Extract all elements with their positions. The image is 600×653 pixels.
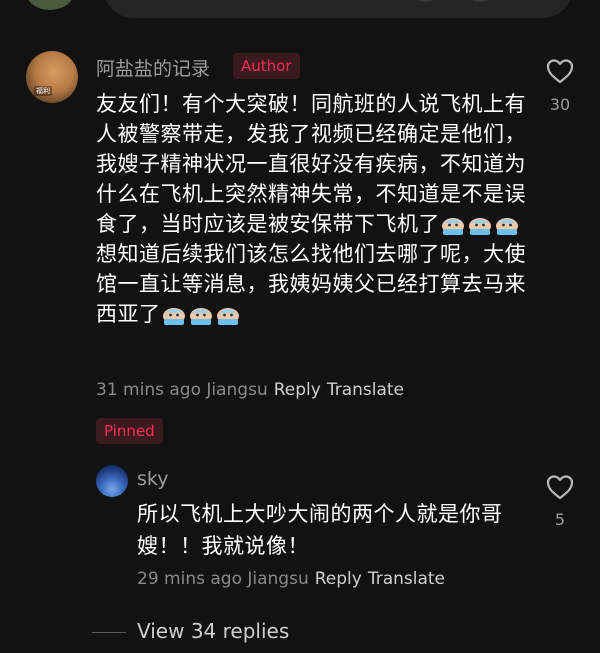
previous-avatar[interactable] bbox=[26, 0, 74, 10]
reply-location: Jiangsu bbox=[247, 569, 309, 589]
comment-username[interactable]: 阿盐盐的记录 bbox=[96, 54, 210, 81]
crying-emoji-icon bbox=[494, 213, 520, 235]
crying-emoji-icon bbox=[215, 303, 241, 325]
previous-comment-bar bbox=[104, 0, 572, 18]
comment-text: 友友们！有个大突破！同航班的人说飞机上有人被警察带走，发我了视频已经确定是他们，… bbox=[96, 89, 536, 329]
pinned-badge: Pinned bbox=[96, 418, 163, 444]
reply-text: 所以飞机上大吵大闹的两个人就是你哥嫂！！我就说像！ bbox=[137, 502, 503, 558]
crying-emoji-icon bbox=[161, 303, 187, 325]
reply-username[interactable]: sky bbox=[137, 468, 168, 490]
crying-emoji-icon bbox=[440, 213, 466, 235]
author-badge: Author bbox=[233, 53, 300, 79]
comment-time: 31 mins ago bbox=[96, 380, 201, 400]
avatar-caption: 福利 bbox=[34, 86, 52, 96]
avatar[interactable]: 福利 bbox=[26, 51, 78, 103]
view-replies-button[interactable]: View 34 replies bbox=[137, 619, 289, 643]
like-count: 30 bbox=[549, 95, 571, 114]
comment-meta: 31 mins ago Jiangsu Reply Translate bbox=[96, 380, 404, 400]
crying-emoji-icon bbox=[188, 303, 214, 325]
reply-meta: 29 mins ago Jiangsu Reply Translate bbox=[137, 569, 445, 589]
divider-line bbox=[92, 632, 126, 633]
crying-emoji-icon bbox=[467, 213, 493, 235]
reply-time: 29 mins ago bbox=[137, 569, 242, 589]
reply-avatar[interactable] bbox=[96, 465, 128, 497]
reply-reply-button[interactable]: Reply bbox=[315, 569, 362, 589]
heart-outline-icon[interactable] bbox=[545, 57, 575, 85]
reply-button[interactable]: Reply bbox=[274, 380, 321, 400]
translate-button[interactable]: Translate bbox=[327, 380, 404, 400]
reply-translate-button[interactable]: Translate bbox=[368, 569, 445, 589]
reply-like-count: 5 bbox=[554, 510, 566, 529]
comment-location: Jiangsu bbox=[206, 380, 268, 400]
heart-outline-icon[interactable] bbox=[545, 473, 575, 501]
